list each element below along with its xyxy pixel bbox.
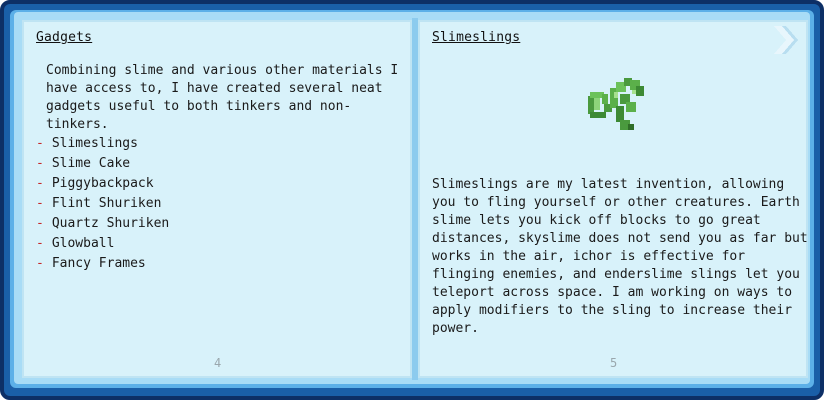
gadget-link-label: Flint Shuriken (51, 196, 162, 211)
gadget-link-piggybackpack[interactable]: - Piggybackpack (36, 174, 169, 194)
right-page-body: Slimeslings are my latest invention, all… (432, 177, 808, 336)
gadget-link-glowball[interactable]: - Glowball (36, 234, 169, 254)
list-dash: - (36, 256, 44, 271)
right-page-title: Slimeslings (432, 30, 521, 45)
right-page-number: 5 (610, 356, 618, 370)
gadget-link-label: Fancy Frames (51, 256, 146, 271)
list-dash: - (36, 136, 44, 151)
list-dash: - (36, 216, 44, 231)
list-dash: - (36, 236, 44, 251)
gadget-link-flint-shuriken[interactable]: - Flint Shuriken (36, 194, 169, 214)
next-page-arrow-icon[interactable] (770, 24, 798, 56)
gadget-link-fancy-frames[interactable]: - Fancy Frames (36, 254, 169, 274)
gadget-link-label: Slime Cake (51, 156, 131, 171)
slimesling-icon (588, 78, 644, 130)
book: Gadgets Combining slime and various othe… (0, 0, 824, 400)
gadget-link-slime-cake[interactable]: - Slime Cake (36, 154, 169, 174)
gadget-link-label: Glowball (51, 236, 115, 251)
left-page-title: Gadgets (36, 30, 93, 45)
left-page-number: 4 (214, 356, 222, 370)
left-page-intro: Combining slime and various other materi… (46, 63, 399, 132)
left-page: Gadgets Combining slime and various othe… (22, 20, 412, 378)
gadget-link-label: Quartz Shuriken (51, 216, 170, 231)
gadget-link-quartz-shuriken[interactable]: - Quartz Shuriken (36, 214, 169, 234)
right-page: Slimeslings Slimeslings are my latest in… (418, 20, 808, 378)
gadget-link-slimeslings[interactable]: - Slimeslings (36, 134, 169, 154)
list-dash: - (36, 156, 44, 171)
gadget-list: - Slimeslings - Slime Cake - Piggybackpack … (36, 134, 169, 274)
gadget-link-label: Slimeslings (51, 136, 138, 151)
list-dash: - (36, 196, 44, 211)
list-dash: - (36, 176, 44, 191)
gadget-link-label: Piggybackpack (51, 176, 154, 191)
